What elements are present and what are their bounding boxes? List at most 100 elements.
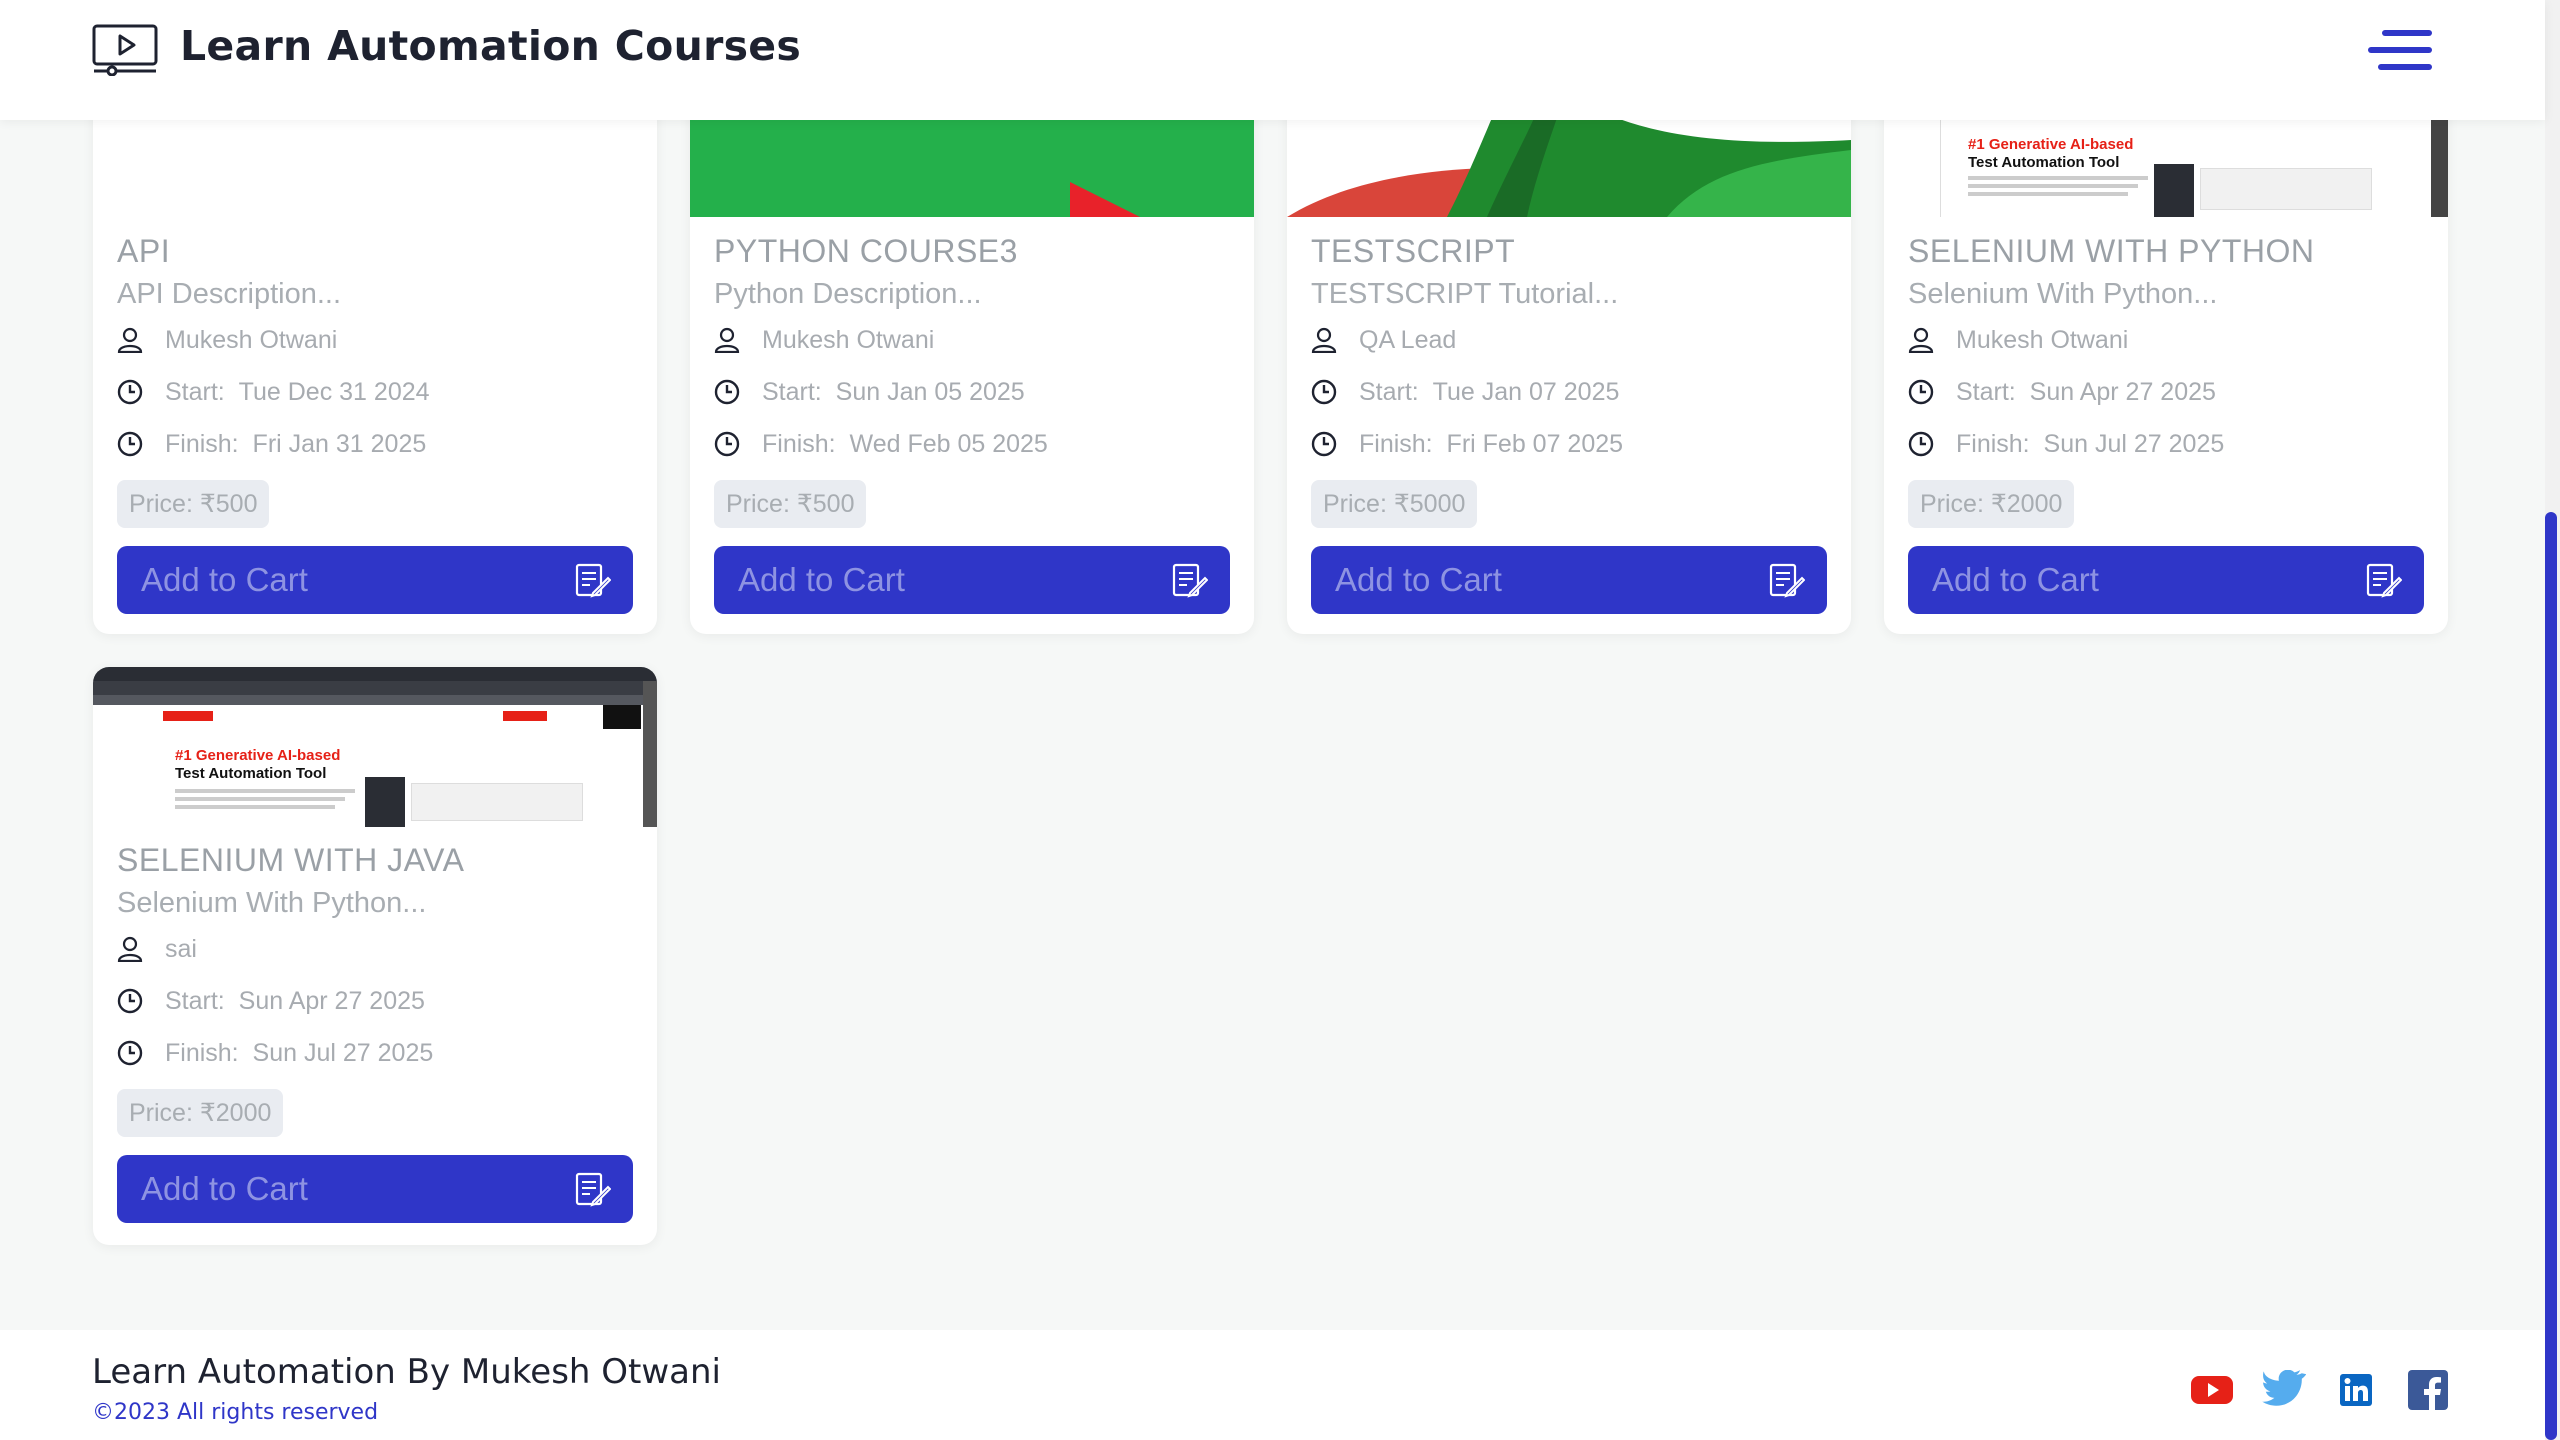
course-thumbnail: #1 Generative AI-based Test Automation T… — [93, 667, 657, 827]
finish-label: Finish: — [1956, 430, 2030, 458]
clock-icon — [117, 1040, 143, 1066]
clock-icon — [1311, 379, 1337, 405]
finish-date: Fri Jan 31 2025 — [252, 430, 427, 458]
course-card-selenium-with-python: #1 Generative AI-based Test Automation T… — [1884, 60, 2448, 634]
instructor-row: Mukesh Otwani — [1908, 314, 2424, 366]
user-icon — [714, 327, 740, 353]
note-edit-icon — [575, 1172, 611, 1207]
instructor-name: Mukesh Otwani — [165, 326, 338, 354]
page-scrollbar-thumb[interactable] — [2545, 512, 2557, 1440]
start-label: Start: — [165, 987, 225, 1015]
clock-icon — [1311, 431, 1337, 457]
copyright-text: ©2023 All rights reserved — [92, 1400, 379, 1425]
price-badge: Price: ₹2000 — [1908, 480, 2075, 528]
start-date: Sun Apr 27 2025 — [2029, 378, 2216, 406]
thumbnail-headline: Test Automation Tool — [1968, 154, 2120, 171]
user-icon — [117, 327, 143, 353]
user-icon — [1908, 327, 1934, 353]
course-title: TESTSCRIPT — [1311, 233, 1516, 269]
thumbnail-headline: Test Automation Tool — [175, 765, 327, 782]
start-date-row: Start: Tue Jan 07 2025 — [1311, 366, 1827, 418]
course-description: Selenium With Python... — [1908, 278, 2218, 310]
finish-date-row: Finish: Wed Feb 05 2025 — [714, 418, 1230, 470]
start-label: Start: — [762, 378, 822, 406]
add-to-cart-label: Add to Cart — [1932, 561, 2099, 598]
finish-date-row: Finish: Sun Jul 27 2025 — [1908, 418, 2424, 470]
add-to-cart-label: Add to Cart — [141, 561, 308, 598]
course-card-selenium-with-java: #1 Generative AI-based Test Automation T… — [93, 667, 657, 1245]
video-player-icon — [92, 24, 158, 76]
note-edit-icon — [2366, 563, 2402, 598]
course-card-python-course3: PYTHON COURSE3 Python Description... Muk… — [690, 60, 1254, 634]
add-to-cart-button[interactable]: Add to Cart — [1311, 546, 1827, 614]
finish-date: Fri Feb 07 2025 — [1446, 430, 1624, 458]
note-edit-icon — [575, 563, 611, 598]
start-date-row: Start: Sun Jan 05 2025 — [714, 366, 1230, 418]
start-label: Start: — [1359, 378, 1419, 406]
instructor-name: QA Lead — [1359, 326, 1457, 354]
note-edit-icon — [1172, 563, 1208, 598]
facebook-icon[interactable] — [2406, 1370, 2450, 1410]
start-label: Start: — [165, 378, 225, 406]
course-title: SELENIUM WITH PYTHON — [1908, 233, 2315, 269]
course-description: API Description... — [117, 278, 342, 310]
page-footer: Learn Automation By Mukesh Otwani ©2023 … — [0, 1330, 2545, 1440]
add-to-cart-label: Add to Cart — [1335, 561, 1502, 598]
price-badge: Price: ₹2000 — [117, 1089, 284, 1137]
instructor-name: sai — [165, 935, 197, 963]
clock-icon — [714, 431, 740, 457]
clock-icon — [117, 431, 143, 457]
instructor-name: Mukesh Otwani — [1956, 326, 2129, 354]
finish-label: Finish: — [165, 430, 239, 458]
twitter-icon[interactable] — [2262, 1370, 2306, 1410]
linkedin-icon[interactable] — [2334, 1370, 2378, 1410]
clock-icon — [1908, 431, 1934, 457]
note-edit-icon — [1769, 563, 1805, 598]
thumbnail-headline-red: #1 Generative AI-based — [1968, 136, 2134, 153]
finish-date: Sun Jul 27 2025 — [2043, 430, 2225, 458]
course-card-testscript: TESTSCRIPT TESTSCRIPT Tutorial... QA Lea… — [1287, 60, 1851, 634]
add-to-cart-button[interactable]: Add to Cart — [117, 1155, 633, 1223]
add-to-cart-button[interactable]: Add to Cart — [117, 546, 633, 614]
footer-title: Learn Automation By Mukesh Otwani — [92, 1352, 721, 1392]
start-label: Start: — [1956, 378, 2016, 406]
course-card-api: API API Description... Mukesh Otwani Sta… — [93, 60, 657, 634]
add-to-cart-button[interactable]: Add to Cart — [714, 546, 1230, 614]
thumbnail-headline-red: #1 Generative AI-based — [175, 747, 341, 764]
course-description: TESTSCRIPT Tutorial... — [1311, 278, 1619, 310]
course-description: Selenium With Python... — [117, 887, 427, 919]
start-date: Tue Dec 31 2024 — [238, 378, 430, 406]
price-badge: Price: ₹500 — [714, 480, 867, 528]
finish-date: Sun Jul 27 2025 — [252, 1039, 434, 1067]
site-title[interactable]: Learn Automation Courses — [180, 22, 801, 70]
finish-date-row: Finish: Fri Jan 31 2025 — [117, 418, 633, 470]
start-date: Sun Jan 05 2025 — [835, 378, 1025, 406]
start-date-row: Start: Sun Apr 27 2025 — [117, 975, 633, 1027]
add-to-cart-label: Add to Cart — [141, 1170, 308, 1207]
clock-icon — [117, 379, 143, 405]
instructor-row: QA Lead — [1311, 314, 1827, 366]
clock-icon — [1908, 379, 1934, 405]
price-badge: Price: ₹500 — [117, 480, 270, 528]
course-title: PYTHON COURSE3 — [714, 233, 1018, 269]
top-header: Learn Automation Courses — [0, 0, 2545, 120]
finish-label: Finish: — [165, 1039, 239, 1067]
instructor-row: Mukesh Otwani — [117, 314, 633, 366]
youtube-icon[interactable] — [2190, 1370, 2234, 1410]
user-icon — [117, 936, 143, 962]
instructor-name: Mukesh Otwani — [762, 326, 935, 354]
hamburger-menu-icon[interactable] — [2368, 30, 2432, 72]
finish-date: Wed Feb 05 2025 — [849, 430, 1048, 458]
finish-label: Finish: — [1359, 430, 1433, 458]
start-date: Sun Apr 27 2025 — [238, 987, 425, 1015]
start-date: Tue Jan 07 2025 — [1432, 378, 1620, 406]
start-date-row: Start: Sun Apr 27 2025 — [1908, 366, 2424, 418]
clock-icon — [117, 988, 143, 1014]
finish-date-row: Finish: Sun Jul 27 2025 — [117, 1027, 633, 1079]
add-to-cart-label: Add to Cart — [738, 561, 905, 598]
add-to-cart-button[interactable]: Add to Cart — [1908, 546, 2424, 614]
course-description: Python Description... — [714, 278, 982, 310]
finish-label: Finish: — [762, 430, 836, 458]
instructor-row: Mukesh Otwani — [714, 314, 1230, 366]
user-icon — [1311, 327, 1337, 353]
